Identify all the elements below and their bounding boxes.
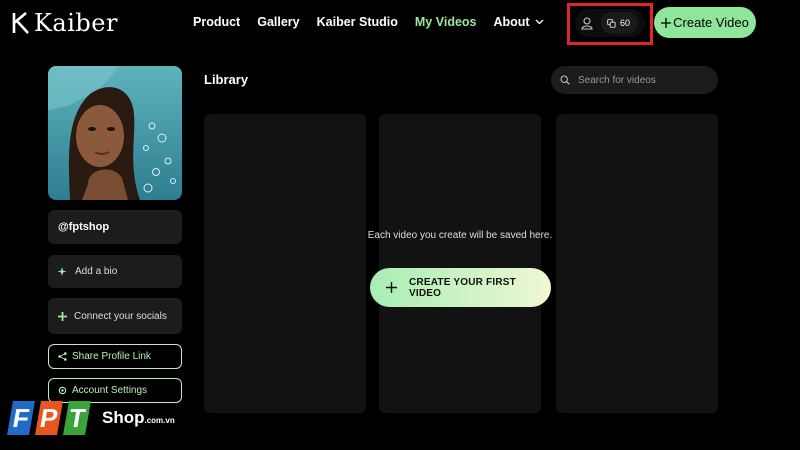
avatar[interactable]	[48, 66, 182, 200]
shop-word: Shop	[102, 408, 145, 427]
create-first-video-button[interactable]: CREATE YOUR FIRST VIDEO	[370, 268, 551, 307]
nav-gallery[interactable]: Gallery	[257, 15, 299, 29]
plus-icon	[661, 17, 672, 28]
chevron-down-icon	[535, 19, 544, 25]
logo-text: Kaiber	[34, 9, 118, 37]
fpt-p-tile: P	[35, 401, 63, 435]
connect-socials-button[interactable]: Connect your socials	[48, 298, 182, 334]
kaiber-logo[interactable]: Kaiber	[12, 9, 118, 37]
search-icon	[560, 75, 570, 85]
video-column-3	[556, 114, 718, 413]
create-video-label: Create Video	[673, 15, 749, 30]
fpt-t-tile: T	[63, 401, 91, 435]
create-first-video-label: CREATE YOUR FIRST VIDEO	[409, 276, 516, 299]
share-profile-link-label: Share Profile Link	[72, 351, 151, 362]
connect-socials-label: Connect your socials	[74, 310, 167, 322]
add-bio-label: Add a bio	[75, 266, 118, 277]
username-card: @fptshop	[48, 210, 182, 244]
sparkle-icon	[58, 267, 67, 276]
plus-icon	[58, 311, 67, 321]
video-column-1	[204, 114, 366, 413]
nav-about[interactable]: About	[494, 15, 544, 29]
share-icon	[58, 352, 67, 361]
add-bio-button[interactable]: Add a bio	[48, 255, 182, 288]
nav-about-label: About	[493, 15, 530, 29]
kaiber-k-icon	[12, 12, 29, 34]
plus-icon	[386, 282, 397, 293]
search-placeholder: Search for videos	[578, 74, 656, 86]
create-video-button[interactable]: Create Video	[654, 7, 756, 38]
share-profile-link-button[interactable]: Share Profile Link	[48, 344, 182, 369]
shop-domain: .com.vn	[144, 416, 175, 425]
library-title: Library	[204, 72, 249, 87]
fpt-f-tile: F	[7, 401, 35, 435]
empty-library-message: Each video you create will be saved here…	[367, 230, 553, 241]
account-settings-label: Account Settings	[72, 385, 148, 396]
fpt-shop-text: Shop.com.vn	[102, 408, 175, 428]
account-settings-button[interactable]: Account Settings	[48, 378, 182, 403]
avatar-image	[48, 66, 182, 200]
nav-product[interactable]: Product	[193, 15, 240, 29]
nav-kaiber-studio[interactable]: Kaiber Studio	[317, 15, 398, 29]
video-column-2	[379, 114, 541, 413]
nav-my-videos[interactable]: My Videos	[415, 15, 477, 29]
gear-icon	[58, 386, 67, 395]
top-nav: Product Gallery Kaiber Studio My Videos …	[193, 15, 544, 29]
annotation-highlight-box	[567, 3, 653, 45]
username: @fptshop	[58, 221, 110, 233]
search-input[interactable]: Search for videos	[551, 66, 718, 94]
fpt-shop-watermark: F P T Shop.com.vn	[7, 401, 175, 435]
